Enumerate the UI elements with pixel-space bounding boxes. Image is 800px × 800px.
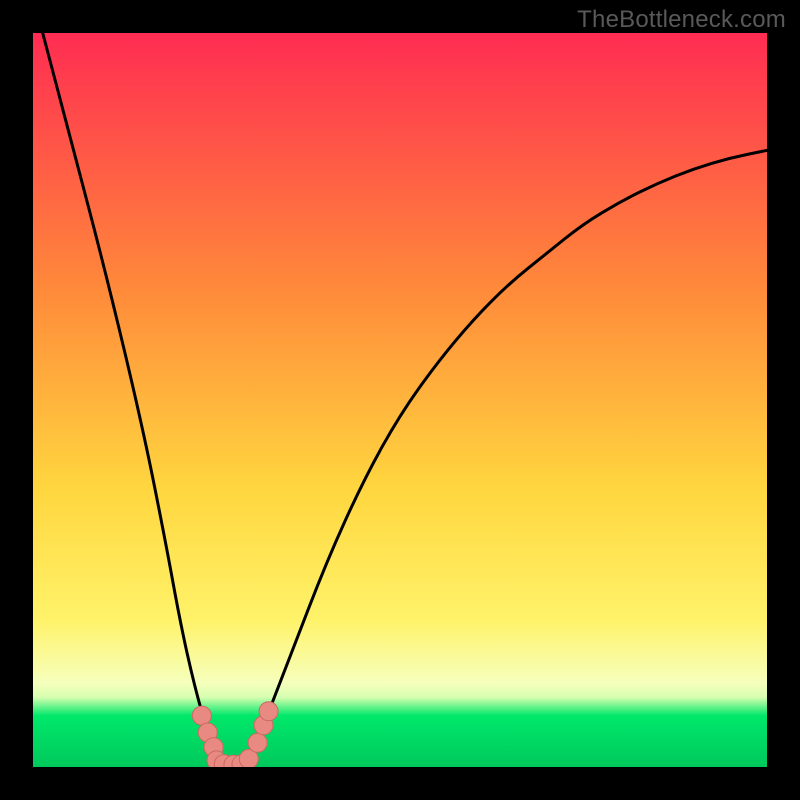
data-point bbox=[259, 702, 278, 721]
data-point bbox=[192, 706, 211, 725]
outer-frame: TheBottleneck.com bbox=[0, 0, 800, 800]
watermark-text: TheBottleneck.com bbox=[577, 6, 786, 34]
plot-background bbox=[33, 33, 767, 767]
bottleneck-chart bbox=[0, 0, 800, 800]
data-point bbox=[248, 733, 267, 752]
